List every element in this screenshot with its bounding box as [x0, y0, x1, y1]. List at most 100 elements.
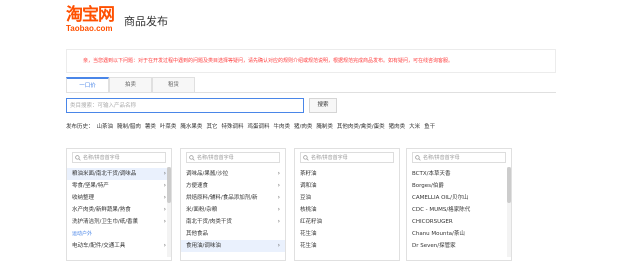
category-label: 食用油/调味油: [186, 243, 221, 249]
brand-column: BCTX/本草天香 Borges/伯爵 CAMELLIA OIL/贝尔山 CDC…: [406, 148, 512, 261]
column-filter-input[interactable]: [423, 153, 503, 162]
brand-item[interactable]: Chanu Mounta/茶山: [407, 228, 511, 240]
category-search-input[interactable]: [66, 98, 304, 113]
notice-banner: 亲，当您遇到以下问题：对于在开发过程中遇到的问题及类目选择等疑问，请先确认对应的…: [66, 49, 556, 73]
brand-item[interactable]: Dr Seven/探管家: [407, 240, 511, 252]
column-filter-input[interactable]: [197, 153, 277, 162]
category-label: 水产肉类/新鲜蔬果/熟食: [72, 207, 131, 213]
search-icon: [303, 155, 309, 161]
scrollbar-thumb[interactable]: [167, 167, 171, 203]
scrollbar[interactable]: [507, 167, 511, 257]
history-item[interactable]: 猪肉类: [389, 122, 406, 130]
publish-type-tabs: 一口价 拍卖 租赁: [66, 77, 195, 92]
brand-label: Borges/伯爵: [412, 183, 444, 189]
logo-text: 淘宝网: [66, 5, 115, 25]
category-label: 米/面粉/杂粮: [186, 207, 218, 213]
category-item[interactable]: 调味品/果酱/沙拉 ›: [181, 168, 285, 180]
brand-label: CDC - MUMS/格家陈代: [412, 207, 471, 213]
category-item[interactable]: 米/面粉/杂粮 ›: [181, 204, 285, 216]
brand-label: CHICORSUGER: [412, 219, 453, 225]
chevron-right-icon: ›: [163, 242, 166, 249]
category-label: 烘焙原料/辅料/食品添加剂/新: [186, 195, 258, 201]
history-item[interactable]: 叶菜类: [160, 122, 177, 130]
category-item[interactable]: 红花籽油: [295, 216, 399, 228]
publish-history: 发布历史： 山茶油 腌制/腊肉 薯类 叶菜类 腌水果类 其它 特殊调料 鸡蛋调料…: [66, 122, 439, 130]
tab-divider: [66, 92, 556, 93]
category-label: 电动车/配件/交通工具: [72, 243, 126, 249]
category-item[interactable]: 洗护清洁剂/卫生巾/纸/香薰 ›: [67, 216, 171, 228]
category-column-1: 粮油米面/南北干货/调味品 › 零食/坚果/特产 › 收纳整理 › 水产肉类/新鲜蔬果…: [66, 148, 172, 261]
brand-item[interactable]: CAMELLIA OIL/贝尔山: [407, 192, 511, 204]
history-item[interactable]: 腌制/腊肉: [117, 122, 141, 130]
logo-domain: Taobao.com: [66, 24, 113, 33]
notice-text: 亲，当您遇到以下问题：对于在开发过程中遇到的问题及类目选择等疑问，请先确认对应的…: [83, 58, 454, 64]
category-item[interactable]: 花生油: [295, 228, 399, 240]
chevron-right-icon: ›: [277, 206, 280, 213]
category-item[interactable]: 豆油: [295, 192, 399, 204]
history-item[interactable]: 腌制类: [316, 122, 333, 130]
column-filter: [72, 152, 166, 163]
history-item[interactable]: 猪/肉类: [294, 122, 312, 130]
category-item[interactable]: 方便速食 ›: [181, 180, 285, 192]
category-column-3: 茶籽油 调和油 豆油 核桃油 红花籽油 花生油 花生油: [294, 148, 400, 261]
category-item[interactable]: 花生油: [295, 240, 399, 252]
category-label: 其他食品: [186, 231, 209, 237]
category-label: 红花籽油: [300, 219, 323, 225]
tab-fixed-price[interactable]: 一口价: [66, 77, 109, 92]
category-item[interactable]: 电动车/配件/交通工具 ›: [67, 240, 171, 252]
category-item[interactable]: 粮油米面/南北干货/调味品 ›: [67, 168, 171, 180]
chevron-right-icon: ›: [163, 206, 166, 213]
scrollbar[interactable]: [167, 167, 171, 257]
chevron-right-icon: ›: [277, 194, 280, 201]
category-item[interactable]: 零食/坚果/特产 ›: [67, 180, 171, 192]
tab-auction[interactable]: 拍卖: [109, 77, 152, 92]
category-column-2: 调味品/果酱/沙拉 › 方便速食 › 烘焙原料/辅料/食品添加剂/新 › 米/面粉/杂…: [180, 148, 286, 261]
history-item[interactable]: 鱼干: [424, 122, 435, 130]
history-item[interactable]: 薯类: [145, 122, 156, 130]
history-item[interactable]: 大米: [409, 122, 420, 130]
category-label: 粮油米面/南北干货/调味品: [72, 171, 137, 177]
category-item[interactable]: 食用油/调味油 ›: [181, 240, 285, 252]
column-filter-input[interactable]: [83, 153, 163, 162]
column-filter-input[interactable]: [311, 153, 391, 162]
category-label: 调和油: [300, 183, 317, 189]
history-item[interactable]: 山茶油: [97, 122, 114, 130]
category-label: 调味品/果酱/沙拉: [186, 171, 229, 177]
brand-label: Chanu Mounta/茶山: [412, 231, 465, 237]
taobao-logo[interactable]: 淘宝网 Taobao.com: [66, 6, 120, 33]
category-item[interactable]: 南北干货/肉类干货 ›: [181, 216, 285, 228]
category-item[interactable]: 调和油: [295, 180, 399, 192]
brand-label: BCTX/本草天香: [412, 171, 451, 177]
brand-label: Dr Seven/探管家: [412, 243, 456, 249]
tab-rental[interactable]: 租赁: [152, 77, 195, 92]
history-item[interactable]: 其它: [206, 122, 217, 130]
history-item[interactable]: 牛肉类: [273, 122, 290, 130]
history-item[interactable]: 特殊调料: [221, 122, 243, 130]
brand-label: CAMELLIA OIL/贝尔山: [412, 195, 469, 201]
category-label: 花生油: [300, 243, 317, 249]
chevron-right-icon: ›: [163, 182, 166, 189]
page-title: 商品发布: [124, 15, 168, 28]
category-group-heading: 运动户外: [67, 228, 171, 240]
brand-item[interactable]: Borges/伯爵: [407, 180, 511, 192]
group-label: 运动户外: [72, 231, 93, 237]
column-filter: [186, 152, 280, 163]
scrollbar-thumb[interactable]: [507, 167, 511, 203]
search-button[interactable]: 搜索: [309, 98, 337, 113]
category-item[interactable]: 核桃油: [295, 204, 399, 216]
category-item[interactable]: 收纳整理 ›: [67, 192, 171, 204]
search-icon: [189, 155, 195, 161]
category-item[interactable]: 其他食品: [181, 228, 285, 240]
chevron-right-icon: ›: [163, 194, 166, 201]
category-label: 洗护清洁剂/卫生巾/纸/香薰: [72, 219, 139, 225]
column-filter: [300, 152, 394, 163]
category-item[interactable]: 茶籽油: [295, 168, 399, 180]
history-item[interactable]: 其他肉类/禽类/蛋类: [337, 122, 385, 130]
history-item[interactable]: 腌水果类: [180, 122, 202, 130]
brand-item[interactable]: CDC - MUMS/格家陈代: [407, 204, 511, 216]
brand-item[interactable]: BCTX/本草天香: [407, 168, 511, 180]
brand-item[interactable]: CHICORSUGER: [407, 216, 511, 228]
category-item[interactable]: 烘焙原料/辅料/食品添加剂/新 ›: [181, 192, 285, 204]
history-item[interactable]: 鸡蛋调料: [247, 122, 269, 130]
category-item[interactable]: 水产肉类/新鲜蔬果/熟食 ›: [67, 204, 171, 216]
